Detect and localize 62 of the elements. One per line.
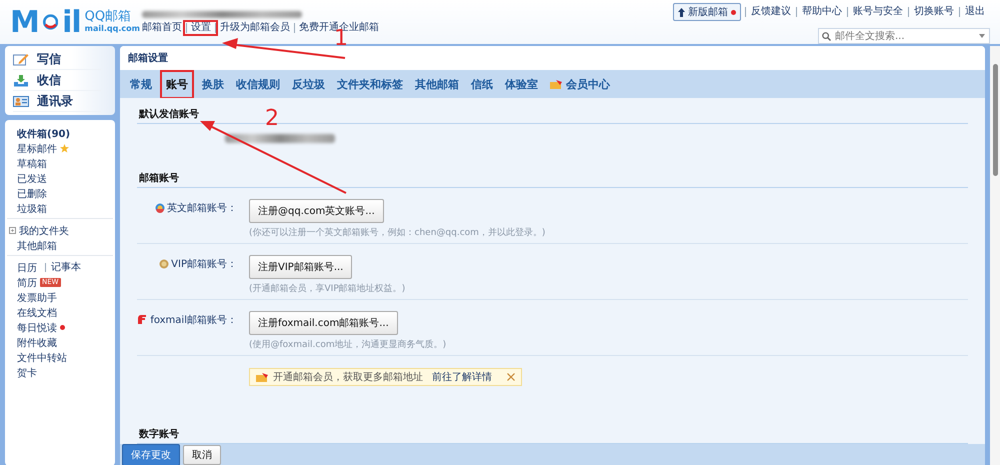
hint-text: (开通邮箱会员，享VIP邮箱地址权益。)	[249, 282, 406, 296]
settings-tab[interactable]: 换肤	[198, 70, 228, 98]
action-link[interactable]: 通讯录	[37, 92, 73, 110]
action-link[interactable]: 收信	[37, 72, 61, 88]
header-link[interactable]: 帮助中心	[796, 7, 847, 17]
folder-link[interactable]: 垃圾箱	[17, 202, 47, 216]
section-heading: 邮箱账号	[139, 173, 179, 184]
settings-tab[interactable]: 反垃圾	[288, 70, 329, 98]
register-button[interactable]: 注册foxmail.com邮箱账号...	[249, 311, 398, 335]
folder-link[interactable]: 已发送	[17, 172, 47, 186]
folder-link[interactable]: 其他邮箱	[17, 238, 57, 252]
app-link[interactable]: 发票助手	[17, 290, 57, 304]
folder-link[interactable]: 收件箱(90)	[17, 126, 70, 140]
section-heading: 默认发信账号	[139, 109, 199, 120]
settings-tab[interactable]: 文件夹和标签	[333, 70, 407, 98]
notice-text: 开通邮箱会员，获取更多邮箱地址	[273, 370, 423, 384]
logo-text: il	[62, 4, 81, 40]
page-title: 邮箱设置	[128, 52, 168, 65]
nav-link[interactable]: 设置	[186, 23, 215, 33]
settings-tab[interactable]: 会员中心	[546, 70, 614, 98]
app-link[interactable]: 在线文档	[17, 306, 57, 320]
nav-link[interactable]: 邮箱首页	[142, 23, 186, 33]
hint-text: (使用@foxmail.com地址，沟通更显商务气质。)	[249, 338, 448, 352]
folder-link[interactable]: 已删除	[17, 186, 47, 200]
header-link[interactable]: 账号与安全	[847, 7, 908, 17]
save-button[interactable]: 保存更改	[122, 444, 180, 465]
field-label: 英文邮箱账号：	[167, 202, 237, 214]
settings-tab[interactable]: 体验室	[501, 70, 542, 98]
new-version-button[interactable]: 新版邮箱	[673, 3, 741, 21]
action-link[interactable]: 写信	[37, 50, 61, 68]
settings-tab[interactable]: 账号	[160, 70, 194, 98]
nav-link[interactable]: 升级为邮箱会员	[215, 23, 294, 33]
app-link[interactable]: 记事本	[45, 263, 81, 272]
folder-link[interactable]: 我的文件夹	[19, 224, 69, 238]
settings-tab[interactable]: 常规	[126, 70, 156, 98]
app-link[interactable]: 附件收藏	[17, 336, 57, 350]
register-button[interactable]: 注册VIP邮箱账号...	[249, 255, 352, 279]
details-link[interactable]: 前往了解详情	[432, 370, 492, 384]
folder-link[interactable]: 草稿箱	[17, 156, 47, 170]
field-label: foxmail邮箱账号：	[150, 314, 237, 326]
header-link[interactable]: 切换账号	[908, 7, 959, 17]
annotation-number: 2	[265, 108, 279, 130]
app-link[interactable]: 简历	[17, 276, 37, 290]
register-button[interactable]: 注册@qq.com英文账号...	[249, 199, 384, 223]
folder-link[interactable]: 星标邮件	[17, 142, 57, 156]
section-heading: 数字账号	[139, 429, 179, 440]
settings-tab[interactable]: 信纸	[467, 70, 497, 98]
logo-text: M	[10, 4, 39, 40]
settings-tab[interactable]: 其他邮箱	[411, 70, 463, 98]
search-field[interactable]: 邮件全文搜索...	[818, 28, 990, 44]
header-link[interactable]: 退出	[959, 7, 990, 17]
header-link[interactable]: 反馈建议	[745, 7, 796, 17]
settings-tab[interactable]: 收信规则	[232, 70, 284, 98]
logo-domain: mail.qq.com	[84, 24, 140, 34]
app-link[interactable]: 文件中转站	[17, 350, 67, 364]
app-link[interactable]: 贺卡	[17, 366, 37, 380]
hint-text: (你还可以注册一个英文邮箱账号，例如：chen@qq.com，并以此登录。)	[249, 226, 546, 240]
logo-name: QQ邮箱	[84, 10, 132, 24]
field-label: VIP邮箱账号：	[171, 258, 237, 270]
app-link[interactable]: 每日悦读	[17, 320, 57, 334]
cancel-button[interactable]: 取消	[183, 445, 221, 465]
app-link[interactable]: 日历	[17, 260, 37, 274]
